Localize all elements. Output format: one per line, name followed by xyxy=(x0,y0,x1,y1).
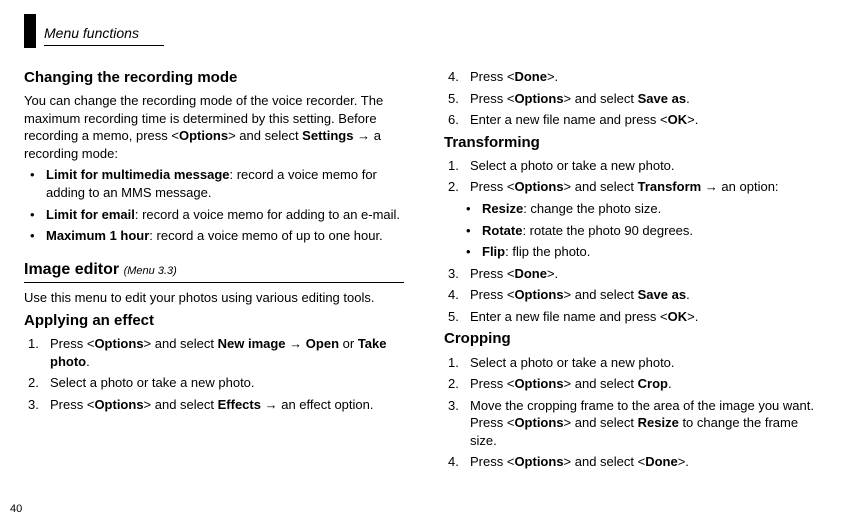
section-rule xyxy=(24,282,404,283)
heading-cropping: Cropping xyxy=(444,329,824,349)
list-item: Press <Options> and select Save as. xyxy=(444,286,824,304)
transform-options-list: Resize: change the photo size. Rotate: ro… xyxy=(460,200,824,261)
list-item: Move the cropping frame to the area of t… xyxy=(444,397,824,450)
list-item: Press <Options> and select Crop. xyxy=(444,375,824,393)
heading-changing-recording-mode: Changing the recording mode xyxy=(24,68,404,88)
left-column: Changing the recording mode You can chan… xyxy=(24,64,404,475)
list-item: Limit for multimedia message: record a v… xyxy=(24,166,404,201)
heading-transforming: Transforming xyxy=(444,133,824,153)
breadcrumb: Menu functions xyxy=(44,24,164,46)
columns: Changing the recording mode You can chan… xyxy=(24,64,842,475)
intro-paragraph: You can change the recording mode of the… xyxy=(24,92,404,162)
page-number: 40 xyxy=(10,502,22,517)
list-item: Press <Options> and select Save as. xyxy=(444,90,824,108)
section-menu-ref: (Menu 3.3) xyxy=(124,265,177,277)
list-item: Press <Done>. xyxy=(444,265,824,283)
list-item: Press <Options> and select <Done>. xyxy=(444,453,824,471)
applying-effect-steps-cont: Press <Done>. Press <Options> and select … xyxy=(444,68,824,129)
accent-bar xyxy=(24,14,36,48)
list-item: Press <Options> and select Effects → an … xyxy=(24,396,404,414)
page-header: Menu functions xyxy=(24,18,842,52)
list-item: Resize: change the photo size. xyxy=(460,200,824,218)
section-title: Image editor xyxy=(24,261,119,278)
list-item: Press <Options> and select Transform → a… xyxy=(444,178,824,196)
list-item: Maximum 1 hour: record a voice memo of u… xyxy=(24,227,404,245)
list-item: Limit for email: record a voice memo for… xyxy=(24,206,404,224)
list-item: Enter a new file name and press <OK>. xyxy=(444,308,824,326)
cropping-steps: Select a photo or take a new photo. Press… xyxy=(444,354,824,471)
list-item: Select a photo or take a new photo. xyxy=(444,157,824,175)
heading-applying-effect: Applying an effect xyxy=(24,311,404,331)
list-item: Enter a new file name and press <OK>. xyxy=(444,111,824,129)
recording-mode-list: Limit for multimedia message: record a v… xyxy=(24,166,404,244)
list-item: Rotate: rotate the photo 90 degrees. xyxy=(460,222,824,240)
transforming-steps-b: Press <Done>. Press <Options> and select … xyxy=(444,265,824,326)
applying-effect-steps: Press <Options> and select New image → O… xyxy=(24,335,404,413)
list-item: Press <Options> and select New image → O… xyxy=(24,335,404,370)
list-item: Press <Done>. xyxy=(444,68,824,86)
transforming-steps-a: Select a photo or take a new photo. Press… xyxy=(444,157,824,196)
heading-image-editor: Image editor (Menu 3.3) xyxy=(24,259,404,281)
page: Menu functions Changing the recording mo… xyxy=(0,0,866,525)
right-column: Press <Done>. Press <Options> and select … xyxy=(444,64,824,475)
list-item: Select a photo or take a new photo. xyxy=(24,374,404,392)
list-item: Flip: flip the photo. xyxy=(460,243,824,261)
list-item: Select a photo or take a new photo. xyxy=(444,354,824,372)
image-editor-intro: Use this menu to edit your photos using … xyxy=(24,289,404,307)
